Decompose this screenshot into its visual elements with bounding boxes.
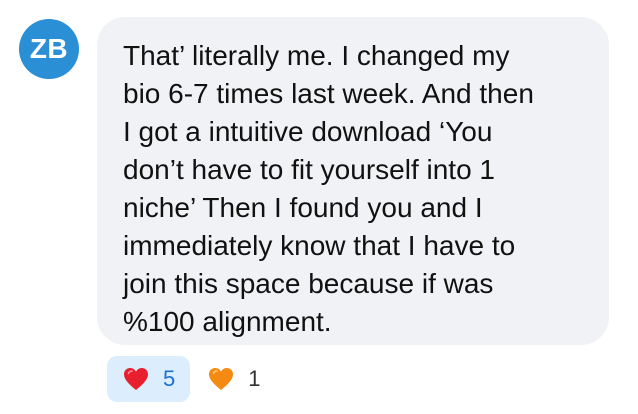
avatar-initials: ZB — [29, 33, 69, 64]
reaction-count: 1 — [248, 366, 261, 391]
reaction-count: 5 — [163, 366, 176, 391]
message-text: That’ literally me. I changed my bio 6-7… — [123, 40, 534, 337]
reactions-bar: 5 1 — [107, 356, 271, 402]
red-heart-icon — [123, 367, 149, 391]
avatar[interactable]: ZB — [19, 19, 79, 79]
orange-heart-icon — [208, 367, 234, 391]
reaction-red-heart[interactable]: 5 — [107, 356, 191, 402]
comment-thread: ZB That’ literally me. I changed my bio … — [0, 0, 638, 414]
message-bubble: That’ literally me. I changed my bio 6-7… — [97, 17, 609, 345]
reaction-orange-heart[interactable]: 1 — [198, 356, 270, 402]
